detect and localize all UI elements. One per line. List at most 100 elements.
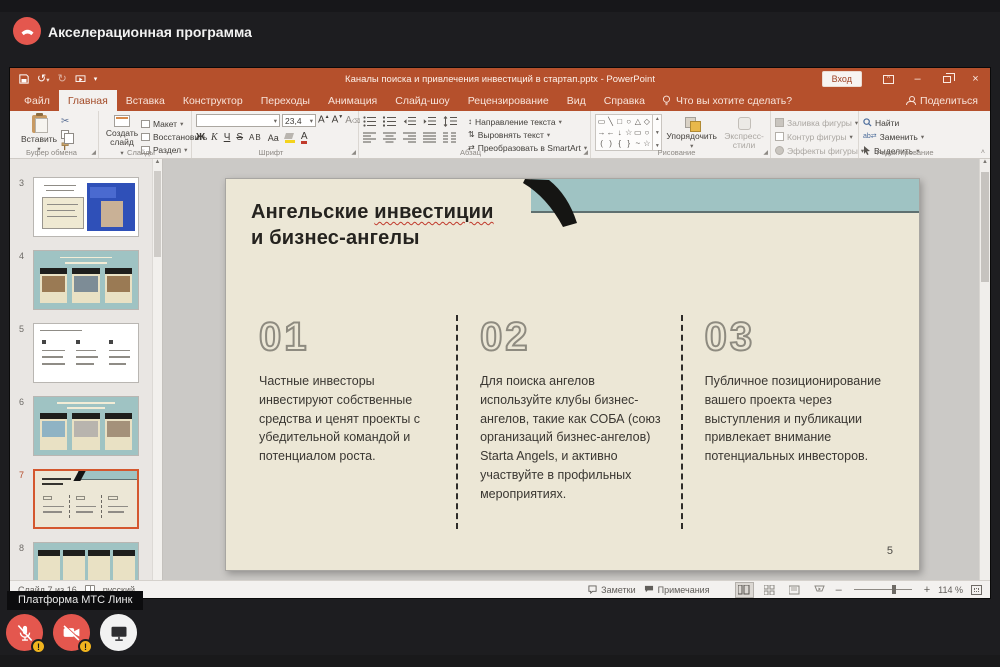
tab-animations[interactable]: Анимация (319, 90, 386, 111)
justify-icon[interactable] (423, 132, 437, 143)
tell-me-box[interactable]: Что вы хотите сделать? (654, 90, 800, 111)
bold-button[interactable]: Ж (196, 133, 205, 143)
slide-thumbnail[interactable] (33, 250, 139, 310)
tab-review[interactable]: Рецензирование (459, 90, 558, 111)
view-sorter-button[interactable] (761, 583, 778, 597)
slide-column-2[interactable]: 02 Для поиска ангелов используйте клубы … (456, 315, 681, 529)
comments-toggle[interactable]: Примечания (644, 585, 710, 595)
italic-button[interactable]: К (211, 133, 218, 143)
zoom-in-button[interactable]: + (924, 584, 930, 596)
font-color-button[interactable]: А (301, 132, 308, 144)
shapes-grid: ▭╲□○△◇ →←↓☆▭○ (){}~☆ (596, 115, 652, 150)
ribbon-display-options-icon[interactable]: ˄ (874, 68, 903, 90)
tab-view[interactable]: Вид (558, 90, 595, 111)
start-slideshow-icon[interactable] (75, 75, 86, 84)
tab-transitions[interactable]: Переходы (252, 90, 319, 111)
save-icon[interactable] (19, 74, 29, 84)
slide-column-3[interactable]: 03 Публичное позиционирование вашего про… (681, 315, 919, 529)
replace-button[interactable]: ab⇄ Заменить▾ (863, 131, 924, 142)
group-label: Абзац (359, 148, 582, 157)
tab-home[interactable]: Главная (59, 90, 117, 111)
align-center-icon[interactable] (383, 132, 397, 143)
find-button[interactable]: Найти (863, 117, 924, 128)
camera-off-button[interactable]: ! (53, 614, 90, 651)
shape-fill-button[interactable]: Заливка фигуры▾ (775, 117, 864, 128)
shape-outline-button[interactable]: Контур фигуры▾ (775, 131, 864, 142)
ribbon-tabs: Файл Главная Вставка Конструктор Переход… (10, 90, 990, 111)
quick-styles-button[interactable]: Экспресс-стили (721, 114, 767, 152)
view-reading-button[interactable] (786, 583, 803, 597)
scrollbar-thumb[interactable] (154, 171, 161, 257)
slide-thumbnail[interactable] (33, 177, 139, 237)
tab-insert[interactable]: Вставка (117, 90, 174, 111)
slide-scrollbar[interactable]: ▲ (979, 159, 990, 580)
bullets-icon[interactable] (363, 116, 377, 127)
view-slideshow-button[interactable] (811, 583, 828, 597)
minimize-button[interactable]: – (903, 68, 932, 90)
scrollbar-thumb[interactable] (981, 172, 989, 282)
group-font: ▾ 23,4▾ А▲ А▼ А⌫ Ж К Ч S АВ Аа А Шрифт ◢ (192, 111, 359, 158)
tab-design[interactable]: Конструктор (174, 90, 252, 111)
dialog-launcher-icon[interactable]: ◢ (351, 149, 356, 156)
text-direction-button[interactable]: ↕Направление текста▾ (468, 116, 587, 127)
strikethrough-button[interactable]: S (236, 133, 243, 143)
shapes-scrollbar[interactable]: ▲▼▼ (652, 115, 661, 150)
share-label: Поделиться (920, 95, 978, 107)
screen-share-button[interactable] (100, 614, 137, 651)
hangup-button[interactable] (13, 17, 41, 45)
dialog-launcher-icon[interactable]: ◢ (763, 149, 768, 156)
microphone-off-button[interactable]: ! (6, 614, 43, 651)
restore-button[interactable] (932, 68, 961, 90)
dialog-launcher-icon[interactable]: ◢ (91, 149, 96, 156)
undo-icon[interactable]: ↺▾ (37, 74, 49, 85)
share-button[interactable]: Поделиться (894, 90, 990, 111)
zoom-slider-thumb[interactable] (892, 585, 896, 594)
copy-icon[interactable] (61, 130, 69, 139)
slide-thumbnail[interactable] (33, 542, 139, 580)
decrease-indent-icon[interactable] (403, 116, 417, 127)
slide-column-1[interactable]: 01 Частные инвесторы инвестируют собстве… (226, 315, 456, 529)
zoom-out-button[interactable]: – (836, 584, 842, 596)
replace-icon: ab⇄ (863, 133, 877, 140)
dialog-launcher-icon[interactable]: ◢ (583, 149, 588, 156)
shrink-font-icon[interactable]: А▼ (332, 115, 344, 125)
notes-toggle[interactable]: Заметки (588, 585, 635, 595)
align-left-icon[interactable] (363, 132, 377, 143)
shapes-gallery[interactable]: ▭╲□○△◇ →←↓☆▭○ (){}~☆ ▲▼▼ (595, 114, 662, 151)
zoom-level[interactable]: 114 % (938, 585, 963, 595)
close-button[interactable]: × (961, 68, 990, 90)
arrange-button[interactable]: Упорядочить ▾ (662, 114, 721, 151)
columns-icon[interactable] (443, 132, 457, 143)
shape-effects-button[interactable]: Эффекты фигуры▾ (775, 145, 864, 156)
slide-thumbnail[interactable] (33, 323, 139, 383)
underline-button[interactable]: Ч (224, 133, 231, 143)
cut-icon[interactable]: ✂ (61, 117, 71, 127)
character-spacing-icon[interactable]: АВ (249, 134, 262, 142)
zoom-slider[interactable] (854, 589, 912, 590)
slide-thumbnail-current[interactable] (33, 469, 139, 529)
increase-indent-icon[interactable] (423, 116, 437, 127)
thumbnail-scrollbar[interactable]: ▲ (152, 159, 162, 580)
text-highlight-icon[interactable] (285, 133, 295, 143)
qat-customize-icon[interactable]: ▾ (94, 76, 98, 83)
fit-to-window-button[interactable] (971, 585, 982, 595)
align-right-icon[interactable] (403, 132, 417, 143)
new-slide-icon (114, 115, 130, 127)
slide-thumbnail[interactable] (33, 396, 139, 456)
align-text-button[interactable]: ⇅Выровнять текст▾ (468, 129, 587, 140)
slide-title[interactable]: Ангельские инвестиции и бизнес-ангелы (251, 199, 494, 251)
login-button[interactable]: Вход (822, 71, 862, 87)
view-normal-button[interactable] (736, 583, 753, 597)
grow-font-icon[interactable]: А▲ (318, 115, 330, 125)
tab-slideshow[interactable]: Слайд-шоу (386, 90, 458, 111)
line-spacing-icon[interactable] (443, 116, 458, 127)
font-size-combo[interactable]: 23,4▾ (282, 114, 316, 127)
slide-canvas[interactable]: Ангельские инвестиции и бизнес-ангелы 01… (225, 178, 920, 571)
tab-file[interactable]: Файл (15, 90, 59, 111)
numbering-icon[interactable] (383, 116, 397, 127)
change-case-button[interactable]: Аа (268, 134, 279, 143)
tab-help[interactable]: Справка (595, 90, 654, 111)
redo-icon[interactable]: ↻ (57, 74, 66, 85)
collapse-ribbon-icon[interactable]: ˄ (981, 149, 985, 156)
font-name-combo[interactable]: ▾ (196, 114, 280, 127)
